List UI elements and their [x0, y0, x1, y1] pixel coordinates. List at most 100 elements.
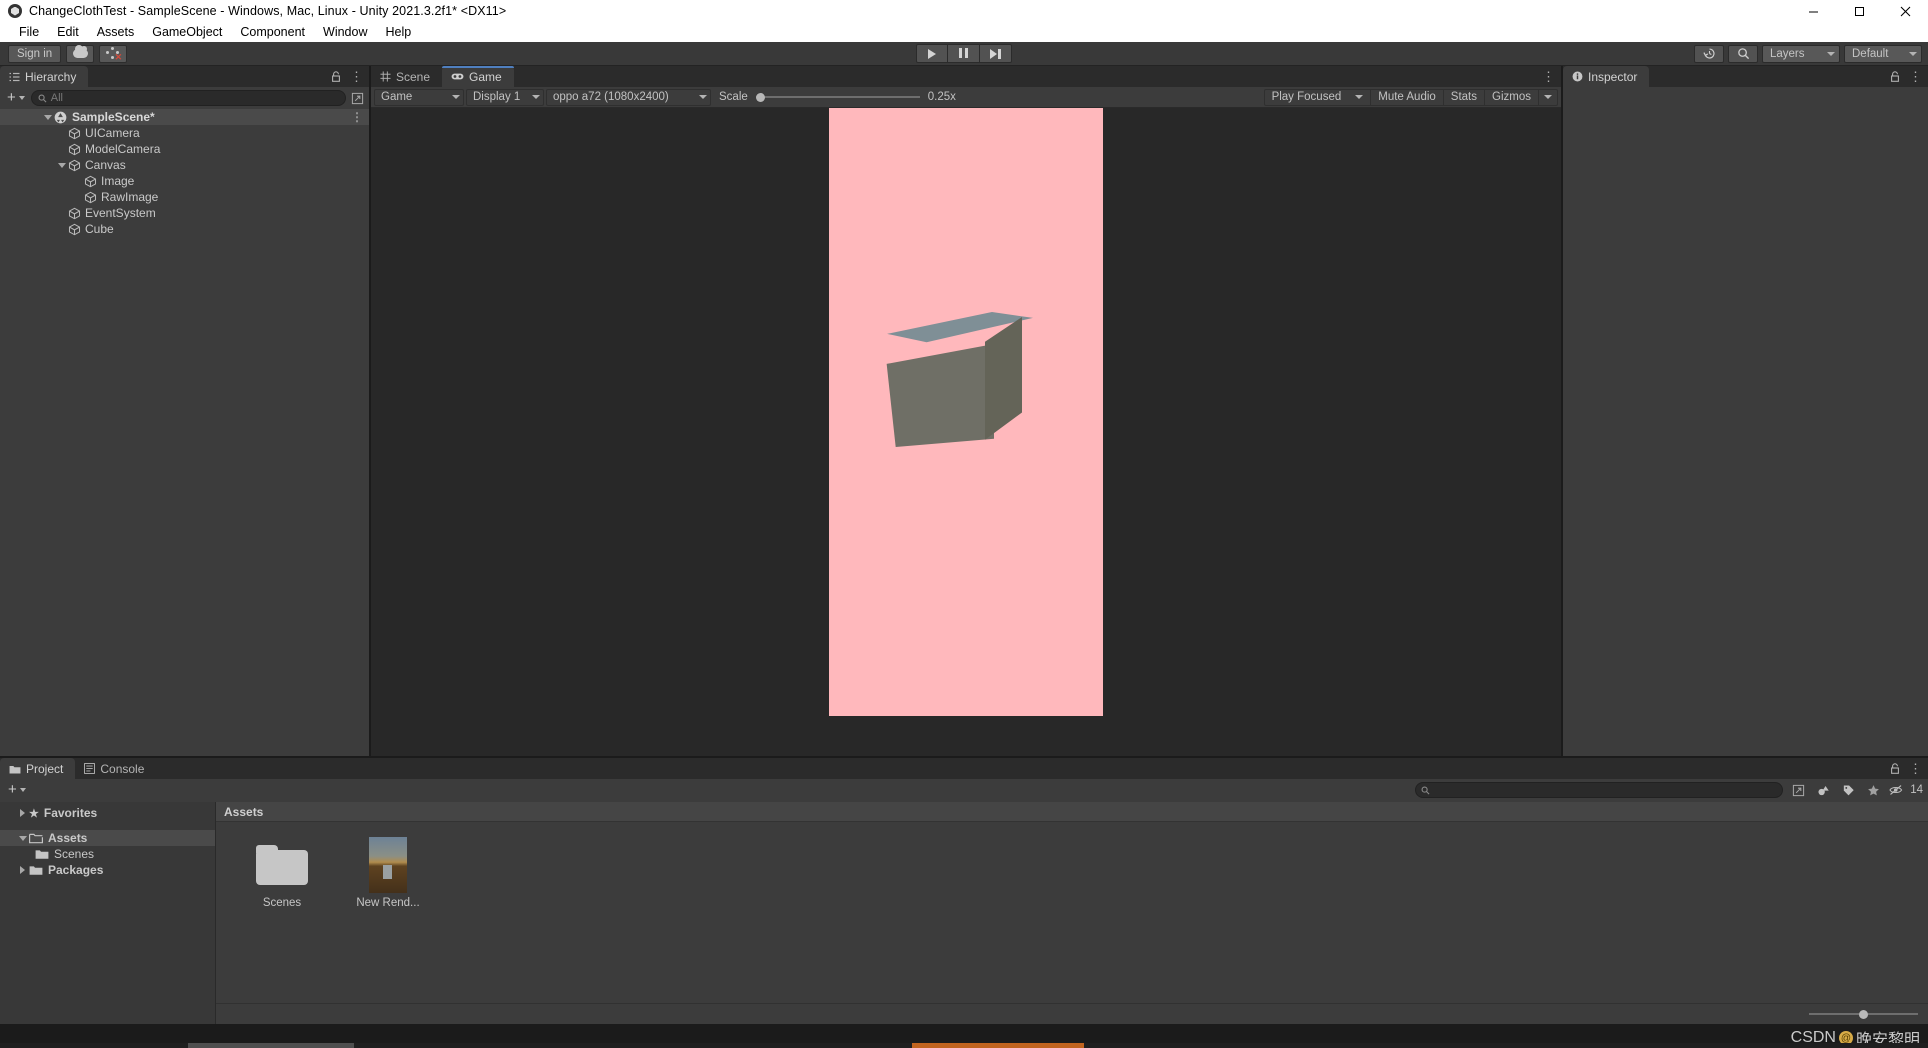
hierarchy-row-eventsystem[interactable]: EventSystem	[0, 205, 369, 221]
game-view-canvas[interactable]	[371, 108, 1561, 756]
asset-zoom-slider[interactable]	[1809, 1009, 1918, 1019]
tab-game[interactable]: Game	[442, 66, 514, 87]
chevron-down-icon	[532, 95, 540, 99]
tab-inspector[interactable]: Inspector	[1563, 66, 1650, 87]
scale-slider[interactable]	[755, 92, 920, 102]
kebab-menu-icon[interactable]: ⋮	[1542, 70, 1555, 83]
kebab-menu-icon[interactable]: ⋮	[1909, 762, 1922, 775]
panel-splitter-right[interactable]	[1561, 66, 1563, 756]
hierarchy-row-cube[interactable]: Cube	[0, 221, 369, 237]
slider-handle[interactable]	[1859, 1009, 1868, 1019]
play-mode-dropdown[interactable]: Play Focused	[1263, 88, 1372, 106]
project-search-expand-button[interactable]	[1788, 782, 1808, 798]
filter-by-type-button[interactable]	[1813, 782, 1833, 798]
unity-logo-icon	[8, 4, 22, 18]
menu-window[interactable]: Window	[314, 23, 376, 41]
hierarchy-row-canvas[interactable]: Canvas	[0, 157, 369, 173]
hierarchy-tab-actions: ⋮	[331, 66, 363, 87]
hierarchy-add-dropdown[interactable]: +	[4, 90, 28, 105]
menu-edit[interactable]: Edit	[48, 23, 88, 41]
cloud-button[interactable]	[66, 44, 95, 63]
project-tree-scenes[interactable]: Scenes	[0, 846, 216, 862]
main-toolbar: Sign in ✕ Layers Default	[0, 42, 1928, 66]
hierarchy-row-modelcamera[interactable]: ModelCamera	[0, 141, 369, 157]
tab-project[interactable]: Project	[0, 758, 76, 779]
asset-label: Scenes	[262, 897, 302, 909]
maximize-button[interactable]	[1836, 0, 1882, 22]
expand-arrow-icon[interactable]	[55, 162, 68, 168]
taskbar-item[interactable]	[354, 1043, 912, 1048]
lock-icon[interactable]	[1890, 763, 1900, 774]
hierarchy-row-samplescene[interactable]: SampleScene* ⋮	[0, 109, 369, 125]
hierarchy-row-uicamera[interactable]: UICamera	[0, 125, 369, 141]
kebab-menu-icon[interactable]: ⋮	[351, 111, 363, 123]
mute-audio-toggle[interactable]: Mute Audio	[1371, 88, 1444, 106]
game-view-panel: Scene Game ⋮ Game Display 1 oppo a72 (10…	[371, 66, 1561, 756]
hierarchy-row-rawimage[interactable]: RawImage	[0, 189, 369, 205]
taskbar-item[interactable]	[1084, 1043, 1928, 1048]
project-panel: Project Console ⋮ + 14 ★ Favorites Asset…	[0, 758, 1928, 1024]
search-button[interactable]	[1728, 44, 1758, 63]
play-button[interactable]	[916, 44, 948, 63]
menu-gameobject[interactable]: GameObject	[143, 23, 231, 41]
hierarchy-label: RawImage	[101, 190, 159, 204]
gameview-mode-dropdown[interactable]: Game	[374, 88, 464, 106]
asset-item-render-texture[interactable]: New Rend...	[350, 837, 426, 909]
project-tree-packages[interactable]: Packages	[0, 862, 216, 878]
slider-handle[interactable]	[755, 92, 765, 102]
close-button[interactable]	[1882, 0, 1928, 22]
hierarchy-row-image[interactable]: Image	[0, 173, 369, 189]
layers-dropdown[interactable]: Layers	[1762, 44, 1840, 63]
cloud-icon	[72, 45, 88, 58]
slider-track[interactable]	[1809, 1013, 1859, 1015]
taskbar-item[interactable]	[0, 1043, 188, 1048]
tab-console[interactable]: Console	[75, 758, 156, 779]
collab-button[interactable]: ✕	[99, 44, 128, 63]
kebab-menu-icon[interactable]: ⋮	[350, 70, 363, 83]
resolution-dropdown[interactable]: oppo a72 (1080x2400)	[546, 88, 711, 106]
panel-splitter-left[interactable]	[369, 66, 371, 756]
expand-arrow-icon[interactable]	[41, 114, 54, 120]
cube-front-face	[886, 344, 994, 447]
menu-help[interactable]: Help	[376, 23, 420, 41]
taskbar-item-active[interactable]	[188, 1043, 354, 1048]
asset-item-scenes[interactable]: Scenes	[244, 838, 320, 909]
expand-arrow-icon[interactable]	[16, 809, 29, 817]
hidden-assets-toggle[interactable]	[1888, 782, 1904, 798]
gizmos-dropdown[interactable]	[1539, 88, 1558, 106]
menu-file[interactable]: File	[10, 23, 48, 41]
sign-in-button[interactable]: Sign in	[8, 44, 62, 63]
filter-by-label-button[interactable]	[1838, 782, 1858, 798]
expand-arrow-icon[interactable]	[16, 835, 29, 841]
hierarchy-search-expand-button[interactable]	[349, 90, 365, 106]
slider-track[interactable]	[764, 96, 920, 98]
project-search-input[interactable]	[1415, 782, 1784, 798]
lock-icon[interactable]	[331, 71, 341, 82]
step-button[interactable]	[980, 44, 1012, 63]
slider-track[interactable]	[1868, 1013, 1918, 1015]
tab-hierarchy[interactable]: Hierarchy	[0, 66, 89, 87]
display-dropdown[interactable]: Display 1	[466, 88, 544, 106]
hierarchy-label: Canvas	[85, 158, 126, 172]
hidden-assets-count: 14	[1910, 784, 1923, 796]
lock-icon[interactable]	[1890, 71, 1900, 82]
star-icon	[1867, 784, 1879, 795]
menu-component[interactable]: Component	[231, 23, 314, 41]
kebab-menu-icon[interactable]: ⋮	[1909, 70, 1922, 83]
asset-thumbnail	[253, 838, 311, 892]
pause-button[interactable]	[948, 44, 980, 63]
project-tree-assets[interactable]: Assets	[0, 830, 216, 846]
tab-scene[interactable]: Scene	[371, 66, 442, 87]
layout-dropdown[interactable]: Default	[1844, 44, 1922, 63]
gizmos-toggle[interactable]: Gizmos	[1485, 88, 1539, 106]
menu-assets[interactable]: Assets	[88, 23, 144, 41]
minimize-button[interactable]	[1790, 0, 1836, 22]
expand-arrow-icon[interactable]	[16, 866, 29, 874]
taskbar-item-highlighted[interactable]	[912, 1043, 1084, 1048]
history-button[interactable]	[1694, 44, 1724, 63]
hierarchy-search-input[interactable]: All	[30, 90, 346, 106]
project-tree-favorites[interactable]: ★ Favorites	[0, 805, 216, 821]
stats-toggle[interactable]: Stats	[1443, 88, 1486, 106]
project-add-dropdown[interactable]: +	[5, 782, 29, 797]
filter-favorites-button[interactable]	[1863, 782, 1883, 798]
